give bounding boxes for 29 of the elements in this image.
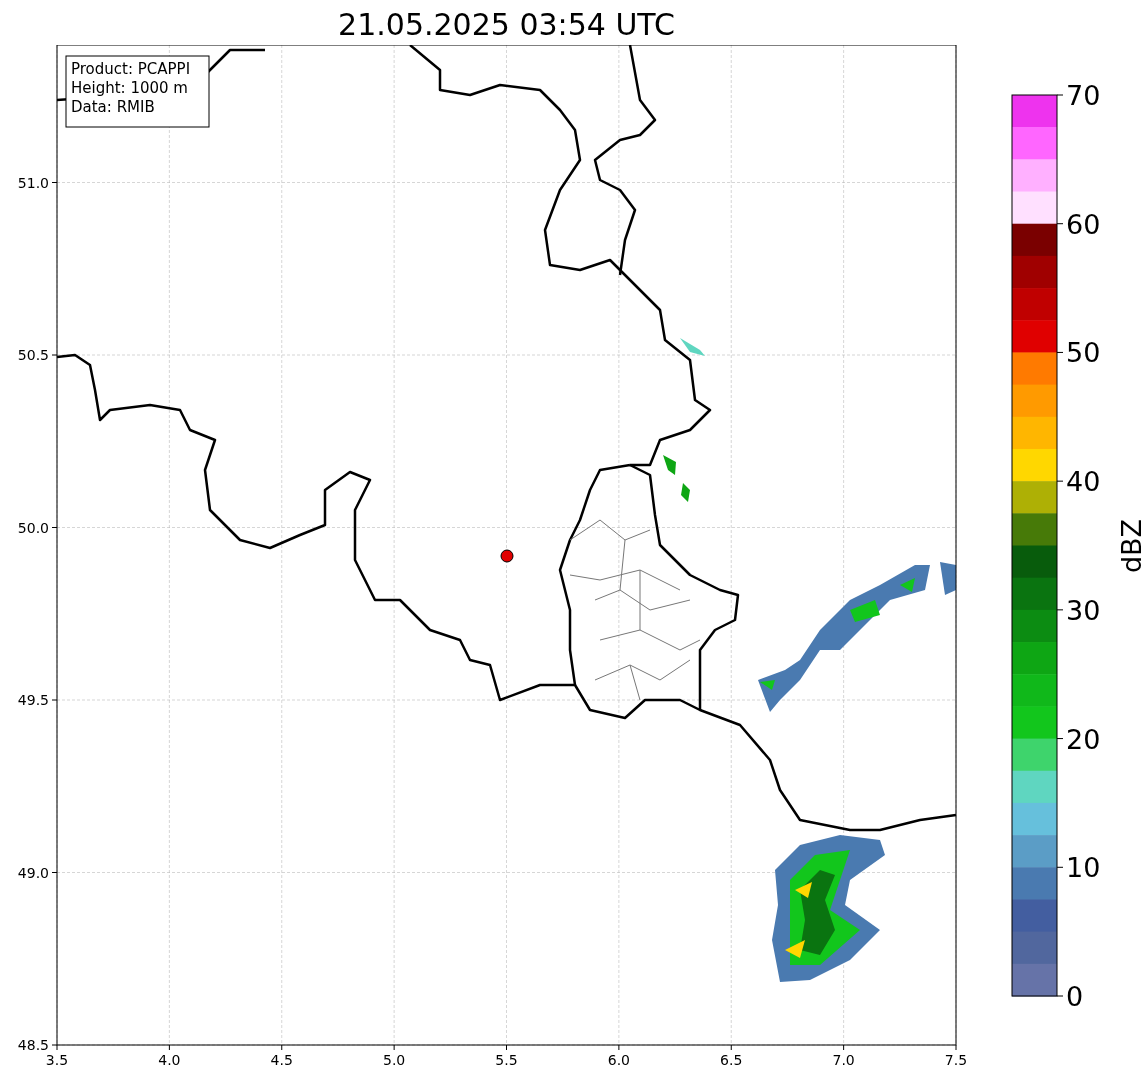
chart-title: 21.05.2025 03:54 UTC <box>338 6 675 44</box>
x-tick-label: 5.0 <box>383 1052 406 1068</box>
y-tick-label: 51.0 <box>17 174 49 191</box>
x-tick-label: 6.5 <box>720 1052 743 1068</box>
colorbar-tick-label: 40 <box>1066 466 1101 498</box>
colorbar-tick-label: 50 <box>1066 337 1101 369</box>
y-tick-label: 50.5 <box>17 347 49 363</box>
y-tick-label: 49.5 <box>17 692 49 708</box>
colorbar-tick-label: 70 <box>1066 80 1101 111</box>
x-tick-label: 6.0 <box>607 1052 630 1068</box>
x-tick-label: 4.5 <box>270 1052 293 1068</box>
y-tick-label: 50.0 <box>17 519 49 536</box>
x-tick-label: 7.5 <box>944 1052 968 1068</box>
info-text: Height: 1000 m <box>71 79 188 97</box>
colorbar-label: dBZ <box>1115 518 1145 574</box>
info-text: Data: RMIB <box>71 98 155 116</box>
colorbar-tick-label: 30 <box>1066 594 1101 626</box>
x-tick-label: 7.0 <box>832 1052 855 1068</box>
info-text: Product: PCAPPI <box>71 60 191 78</box>
y-tick-label: 48.5 <box>17 1037 49 1053</box>
colorbar-tick-label: 10 <box>1066 852 1101 884</box>
colorbar-tick-label: 60 <box>1066 208 1101 240</box>
colorbar-tick-label: 20 <box>1066 723 1101 755</box>
y-tick-label: 49.0 <box>17 864 49 881</box>
x-tick-label: 5.5 <box>495 1052 518 1068</box>
x-tick-label: 3.5 <box>45 1052 69 1068</box>
x-tick-label: 4.0 <box>158 1052 181 1068</box>
colorbar-tick-label: 0 <box>1066 981 1084 1012</box>
radar-site-icon <box>500 549 514 563</box>
